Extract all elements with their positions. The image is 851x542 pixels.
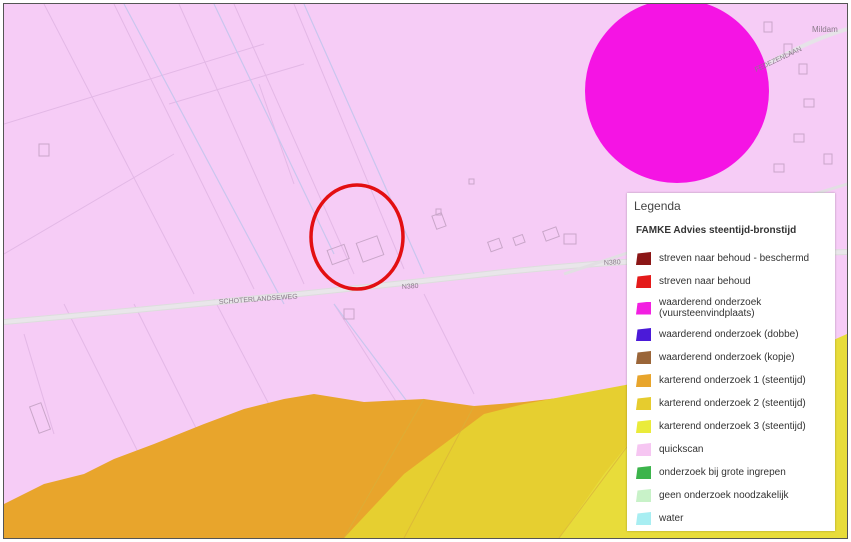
legend-item-label: waarderend onderzoek (vuursteenvindplaat… xyxy=(659,297,762,319)
legend-layer-title: FAMKE Advies steentijd-bronstijd xyxy=(636,225,797,236)
legend-item: waarderend onderzoek (dobbe) xyxy=(636,327,831,342)
legend-item: karterend onderzoek 1 (steentijd) xyxy=(636,373,831,388)
legend-item: waarderend onderzoek (vuursteenvindplaat… xyxy=(636,297,831,319)
legend-item-label: streven naar behoud - beschermd xyxy=(659,253,810,264)
legend-title: Legenda xyxy=(634,199,681,213)
legend-item-label: karterend onderzoek 3 (steentijd) xyxy=(659,421,806,432)
map-frame: SCHOTERLANDSEWEG N380 N380 FEDEZENLAAN M… xyxy=(3,3,848,539)
legend-item-label: onderzoek bij grote ingrepen xyxy=(659,467,786,478)
legend-swatch xyxy=(636,420,651,433)
legend-item: karterend onderzoek 2 (steentijd) xyxy=(636,396,831,411)
legend-item-label: quickscan xyxy=(659,444,704,455)
legend-swatch xyxy=(636,301,651,315)
legend-item: karterend onderzoek 3 (steentijd) xyxy=(636,419,831,434)
legend-item-label: waarderend onderzoek (dobbe) xyxy=(659,329,799,340)
legend-item-label: water xyxy=(659,513,684,524)
legend-swatch xyxy=(636,397,651,410)
legend-item: quickscan xyxy=(636,442,831,457)
legend-swatch xyxy=(636,275,651,288)
legend-swatch xyxy=(636,512,651,525)
legend-swatch xyxy=(636,466,651,479)
legend-item: streven naar behoud xyxy=(636,274,831,289)
legend-item-label: waarderend onderzoek (kopje) xyxy=(659,352,795,363)
legend-swatch xyxy=(636,374,651,387)
legend-swatch xyxy=(636,489,651,502)
vuursteenvindplaats-zone xyxy=(585,4,769,183)
road-label-n380-right: N380 xyxy=(604,259,621,267)
legend-swatch xyxy=(636,328,651,341)
legend-item: waarderend onderzoek (kopje) xyxy=(636,350,831,365)
legend-item: water xyxy=(636,511,831,526)
legend-swatch xyxy=(636,252,651,265)
legend-item: geen onderzoek noodzakelijk xyxy=(636,488,831,503)
legend-item-label: geen onderzoek noodzakelijk xyxy=(659,490,789,501)
legend-item-label: karterend onderzoek 1 (steentijd) xyxy=(659,375,806,386)
legend-item: onderzoek bij grote ingrepen xyxy=(636,465,831,480)
legend-swatch xyxy=(636,351,651,364)
legend-panel: Legenda FAMKE Advies steentijd-bronstijd… xyxy=(627,193,835,531)
legend-swatch xyxy=(636,443,651,456)
legend-items: streven naar behoud - beschermd streven … xyxy=(636,251,831,534)
legend-item: streven naar behoud - beschermd xyxy=(636,251,831,266)
place-label-mildam: Mildam xyxy=(812,25,838,34)
legend-item-label: streven naar behoud xyxy=(659,276,751,287)
legend-item-label: karterend onderzoek 2 (steentijd) xyxy=(659,398,806,409)
road-label-n380-center: N380 xyxy=(402,283,419,291)
